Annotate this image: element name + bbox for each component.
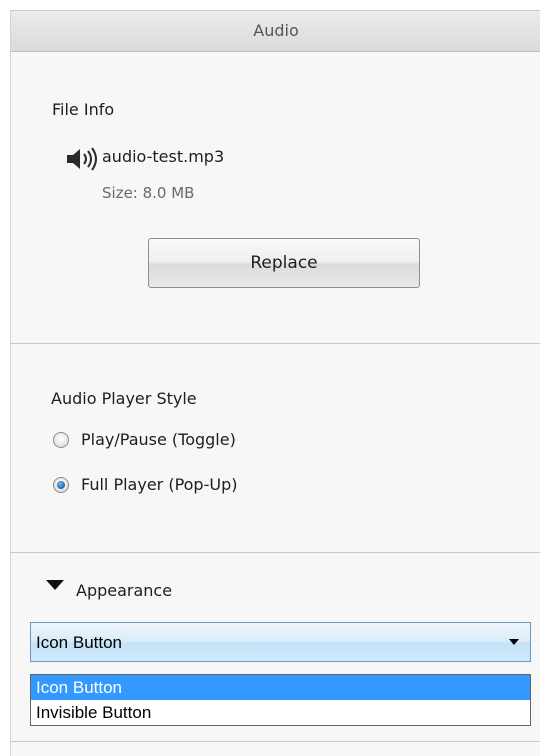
appearance-dropdown-list: Icon Button Invisible Button xyxy=(30,674,531,726)
file-name: audio-test.mp3 xyxy=(102,147,225,166)
player-style-heading: Audio Player Style xyxy=(51,389,197,408)
radio-label[interactable]: Play/Pause (Toggle) xyxy=(81,430,236,449)
replace-button[interactable]: Replace xyxy=(148,238,420,288)
collapse-triangle-icon[interactable] xyxy=(46,580,64,590)
radio-label[interactable]: Full Player (Pop-Up) xyxy=(81,475,237,494)
section-divider xyxy=(11,343,540,344)
file-info-heading: File Info xyxy=(52,100,115,119)
dropdown-arrow-icon[interactable] xyxy=(509,639,519,645)
appearance-select[interactable]: Icon Button xyxy=(30,622,531,662)
file-size: Size: 8.0 MB xyxy=(102,184,195,202)
panel-title: Audio xyxy=(253,21,299,40)
audio-properties-panel: Audio File Info audio-test.mp3 Size: 8.0… xyxy=(10,10,540,756)
radio-button[interactable] xyxy=(53,432,69,448)
panel-header: Audio xyxy=(11,10,540,52)
speaker-icon xyxy=(67,147,97,171)
dropdown-option-invisible-button[interactable]: Invisible Button xyxy=(31,700,530,725)
dropdown-option-icon-button[interactable]: Icon Button xyxy=(31,675,530,700)
section-divider xyxy=(11,741,540,742)
appearance-heading[interactable]: Appearance xyxy=(76,581,172,600)
section-divider xyxy=(11,552,540,553)
radio-button-checked[interactable] xyxy=(53,477,69,493)
select-value: Icon Button xyxy=(36,633,123,652)
